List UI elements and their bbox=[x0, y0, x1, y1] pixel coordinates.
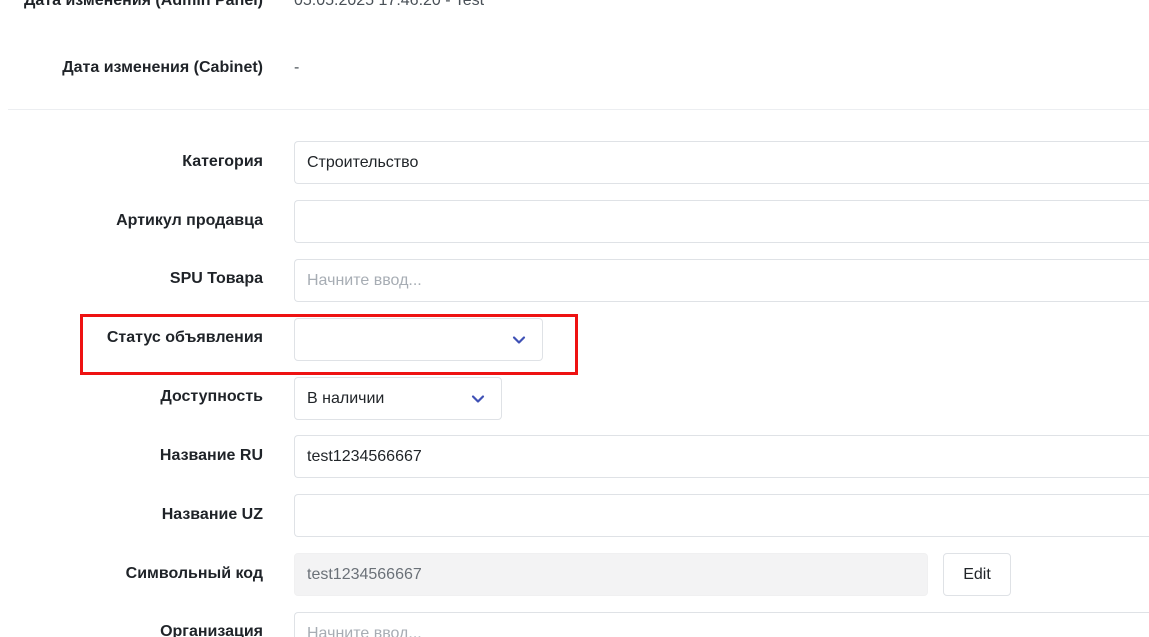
slug-label: Символьный код bbox=[125, 565, 263, 582]
organization-input[interactable]: Начните ввод... bbox=[294, 612, 1149, 637]
seller-sku-input[interactable] bbox=[294, 200, 1149, 243]
admin-modified-label: Дата изменения (Admin Panel) bbox=[23, 0, 263, 9]
highlight-box bbox=[80, 314, 578, 375]
organization-label: Организация bbox=[160, 623, 263, 637]
cabinet-modified-value: - bbox=[294, 59, 300, 76]
product-edit-form: Дата изменения (Admin Panel) 05.05.2025 … bbox=[0, 0, 1149, 637]
category-label: Категория bbox=[182, 153, 263, 170]
availability-value: В наличии bbox=[307, 389, 385, 407]
availability-label: Доступность bbox=[160, 388, 263, 405]
name-ru-value: test1234566667 bbox=[307, 447, 422, 465]
spu-placeholder: Начните ввод... bbox=[307, 271, 422, 289]
seller-sku-label: Артикул продавца bbox=[116, 212, 263, 229]
slug-value: test1234566667 bbox=[307, 565, 422, 583]
slug-input: test1234566667 bbox=[294, 553, 928, 596]
cabinet-modified-label: Дата изменения (Cabinet) bbox=[62, 59, 263, 76]
chevron-down-icon bbox=[471, 394, 485, 403]
name-ru-input[interactable]: test1234566667 bbox=[294, 435, 1149, 478]
edit-slug-button[interactable]: Edit bbox=[943, 553, 1011, 596]
category-input[interactable]: Строительство bbox=[294, 141, 1149, 184]
availability-select[interactable]: В наличии bbox=[294, 377, 502, 420]
name-uz-label: Название UZ bbox=[161, 506, 263, 523]
admin-modified-value: 05.05.2025 17:46:20 - Test bbox=[294, 0, 485, 9]
spu-input[interactable]: Начните ввод... bbox=[294, 259, 1149, 302]
organization-placeholder: Начните ввод... bbox=[307, 624, 422, 637]
spu-label: SPU Товара bbox=[169, 270, 263, 287]
section-divider bbox=[8, 109, 1149, 110]
category-value: Строительство bbox=[307, 153, 419, 171]
name-uz-input[interactable] bbox=[294, 494, 1149, 537]
name-ru-label: Название RU bbox=[159, 447, 263, 464]
